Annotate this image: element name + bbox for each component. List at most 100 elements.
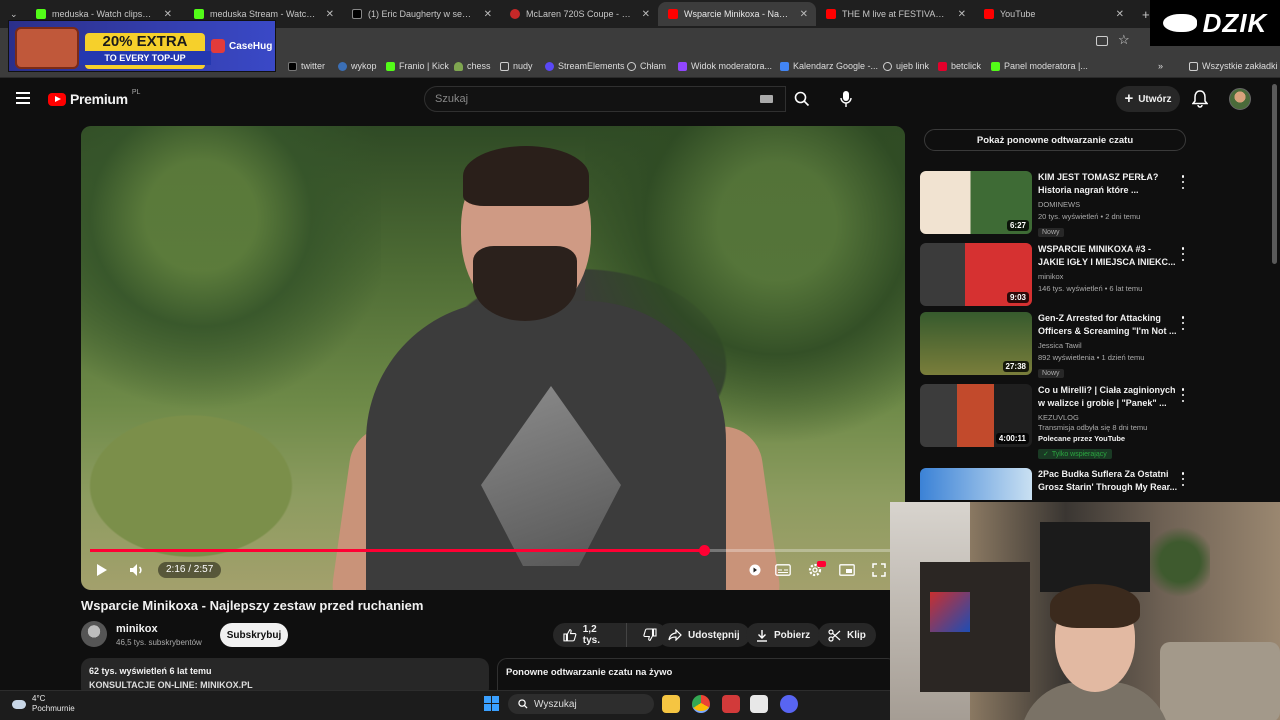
more-options-icon[interactable] bbox=[1178, 388, 1188, 402]
bookmark-nudy[interactable]: nudy bbox=[500, 61, 533, 71]
share-button[interactable]: Udostępnij bbox=[658, 623, 750, 647]
weather-widget[interactable]: 4°C Pochmurnie bbox=[12, 694, 75, 714]
clip-button[interactable]: Klip bbox=[818, 623, 876, 647]
duration-badge: 9:03 bbox=[1006, 292, 1029, 303]
like-button[interactable]: 1,2 tys. bbox=[553, 623, 627, 647]
tab-title: Wsparcie Minikoxa - Najlepszy bbox=[684, 9, 790, 19]
close-icon[interactable]: ✕ bbox=[484, 9, 492, 20]
all-bookmarks-button[interactable]: Wszystkie zakładki bbox=[1189, 61, 1278, 71]
keyboard-icon[interactable] bbox=[760, 95, 773, 103]
recommendation-item[interactable]: 9:03 WSPARCIE MINIKOXA #3 - JAKIE IGŁY I… bbox=[920, 243, 1190, 307]
video-thumbnail[interactable]: 6:27 bbox=[920, 171, 1032, 234]
download-button[interactable]: Pobierz bbox=[746, 623, 821, 647]
recommendation-title[interactable]: 2Pac Budka Suflera Za Ostatni Grosz Star… bbox=[1038, 468, 1178, 494]
video-progress-bar[interactable] bbox=[90, 545, 890, 556]
video-thumbnail[interactable] bbox=[920, 468, 1032, 500]
recommendation-channel[interactable]: DOMINEWS bbox=[1038, 200, 1178, 209]
tab-wsparcie-minikoxa[interactable]: Wsparcie Minikoxa - Najlepszy ✕ bbox=[658, 2, 816, 26]
close-icon[interactable]: ✕ bbox=[958, 9, 966, 20]
close-icon[interactable]: ✕ bbox=[642, 9, 650, 20]
search-input[interactable] bbox=[425, 87, 785, 111]
duration-badge: 6:27 bbox=[1006, 220, 1029, 231]
recommendation-views: Transmisja odbyła się 8 dni temu bbox=[1038, 423, 1148, 432]
chrome-icon[interactable] bbox=[692, 695, 710, 713]
recommendation-title[interactable]: WSPARCIE MINIKOXA #3 - JAKIE IGŁY I MIEJ… bbox=[1038, 243, 1178, 269]
bookmarks-overflow-button[interactable]: » bbox=[1158, 61, 1163, 71]
tab-mclaren[interactable]: McLaren 720S Coupe - Samochody ✕ bbox=[500, 2, 658, 26]
more-options-icon[interactable] bbox=[1178, 175, 1188, 189]
tab-the-m-live[interactable]: THE M live at FESTIVALAND 2024 ✕ bbox=[816, 2, 974, 26]
install-app-icon[interactable] bbox=[1096, 36, 1108, 46]
chevron-right-icon: » bbox=[1158, 61, 1164, 71]
menu-icon[interactable] bbox=[16, 92, 30, 104]
taskbar-search[interactable]: Wyszukaj bbox=[508, 694, 654, 714]
create-button[interactable]: + Utwórz bbox=[1116, 86, 1180, 112]
recommendation-item[interactable]: 27:38 Gen-Z Arrested for Attacking Offic… bbox=[920, 312, 1190, 378]
settings-button[interactable] bbox=[806, 561, 826, 579]
close-icon[interactable]: ✕ bbox=[164, 9, 172, 20]
recommendation-item[interactable]: 4:00:11 Co u Mirelli? | Ciała zaginionyc… bbox=[920, 384, 1190, 459]
play-button[interactable] bbox=[92, 561, 112, 579]
tab-eric-daugherty[interactable]: (1) Eric Daugherty w serwisie X ✕ bbox=[342, 2, 500, 26]
mute-button[interactable] bbox=[127, 561, 147, 579]
recommendation-title[interactable]: Gen-Z Arrested for Attacking Officers & … bbox=[1038, 312, 1178, 338]
channel-name[interactable]: minikox bbox=[116, 623, 158, 635]
recommendation-channel[interactable]: Jessica Tawil bbox=[1038, 341, 1178, 350]
video-thumbnail[interactable]: 27:38 bbox=[920, 312, 1032, 375]
subscribe-button[interactable]: Subskrybuj bbox=[220, 623, 288, 647]
youtube-premium-logo[interactable]: Premium PL bbox=[48, 89, 140, 107]
ad-banner[interactable]: 20% EXTRA TO EVERY TOP-UP CaseHug bbox=[8, 20, 276, 72]
app-icon[interactable] bbox=[722, 695, 740, 713]
more-options-icon[interactable] bbox=[1178, 472, 1188, 486]
bookmark-streamelements[interactable]: StreamElements bbox=[545, 61, 625, 71]
bookmark-label: wykop bbox=[351, 61, 377, 71]
recommendation-channel[interactable]: minikox bbox=[1038, 272, 1178, 281]
plus-icon: + bbox=[1142, 6, 1150, 22]
app-icon[interactable] bbox=[750, 695, 768, 713]
recommendation-title[interactable]: KIM JEST TOMASZ PERŁA? Historia nagrań k… bbox=[1038, 171, 1178, 197]
close-icon[interactable]: ✕ bbox=[1116, 9, 1124, 20]
bookmark-label: Franio | Kick bbox=[399, 61, 449, 71]
show-chat-replay-button[interactable]: Pokaż ponowne odtwarzanie czatu bbox=[924, 129, 1186, 151]
recommendation-item[interactable]: 6:27 KIM JEST TOMASZ PERŁA? Historia nag… bbox=[920, 171, 1190, 237]
more-options-icon[interactable] bbox=[1178, 247, 1188, 261]
bookmark-chlam[interactable]: Chłam bbox=[627, 61, 666, 71]
video-thumbnail[interactable]: 4:00:11 bbox=[920, 384, 1032, 447]
close-icon[interactable]: ✕ bbox=[800, 9, 808, 20]
recommendation-item[interactable]: 2Pac Budka Suflera Za Ostatni Grosz Star… bbox=[920, 468, 1190, 500]
page-scrollbar[interactable] bbox=[1272, 84, 1277, 264]
bookmark-widok-moderatora[interactable]: Widok moderatora... bbox=[678, 61, 772, 71]
bookmark-wykop[interactable]: wykop bbox=[338, 61, 377, 71]
bookmark-chess[interactable]: chess bbox=[454, 61, 491, 71]
video-player[interactable] bbox=[81, 126, 905, 590]
bookmark-betclick[interactable]: betclick bbox=[938, 61, 981, 71]
bookmark-ujeb-link[interactable]: ujeb link bbox=[883, 61, 929, 71]
bookmark-franio-kick[interactable]: Franio | Kick bbox=[386, 61, 449, 71]
discord-icon[interactable] bbox=[780, 695, 798, 713]
account-avatar[interactable] bbox=[1229, 88, 1251, 110]
more-options-icon[interactable] bbox=[1178, 316, 1188, 330]
bookmark-twitter[interactable]: twitter bbox=[288, 61, 325, 71]
notifications-bell-icon[interactable] bbox=[1192, 90, 1208, 108]
channel-avatar[interactable] bbox=[81, 621, 107, 647]
miniplayer-button[interactable] bbox=[838, 561, 856, 579]
bookmark-panel-moderatora[interactable]: Panel moderatora |... bbox=[991, 61, 1088, 71]
video-thumbnail[interactable]: 9:03 bbox=[920, 243, 1032, 306]
recommendation-title[interactable]: Co u Mirelli? | Ciała zaginionych w wali… bbox=[1038, 384, 1178, 410]
close-icon[interactable]: ✕ bbox=[326, 9, 334, 20]
windows-start-icon[interactable] bbox=[484, 696, 499, 711]
fullscreen-button[interactable] bbox=[870, 561, 888, 579]
recommendation-channel[interactable]: KEZUVLOG bbox=[1038, 413, 1178, 422]
subtitles-button[interactable] bbox=[774, 561, 792, 579]
x-icon bbox=[288, 61, 297, 71]
search-button[interactable] bbox=[786, 86, 818, 112]
star-icon[interactable]: ☆ bbox=[1118, 32, 1130, 48]
bookmark-label: nudy bbox=[513, 61, 533, 71]
tab-youtube[interactable]: YouTube ✕ bbox=[974, 2, 1132, 26]
voice-search-button[interactable] bbox=[832, 86, 860, 112]
new-tab-button[interactable]: + bbox=[1132, 2, 1152, 26]
bookmark-kalendarz-google[interactable]: Kalendarz Google -... bbox=[780, 61, 878, 71]
folder-icon bbox=[500, 61, 509, 71]
file-explorer-icon[interactable] bbox=[662, 695, 680, 713]
autoplay-toggle[interactable] bbox=[746, 561, 764, 579]
